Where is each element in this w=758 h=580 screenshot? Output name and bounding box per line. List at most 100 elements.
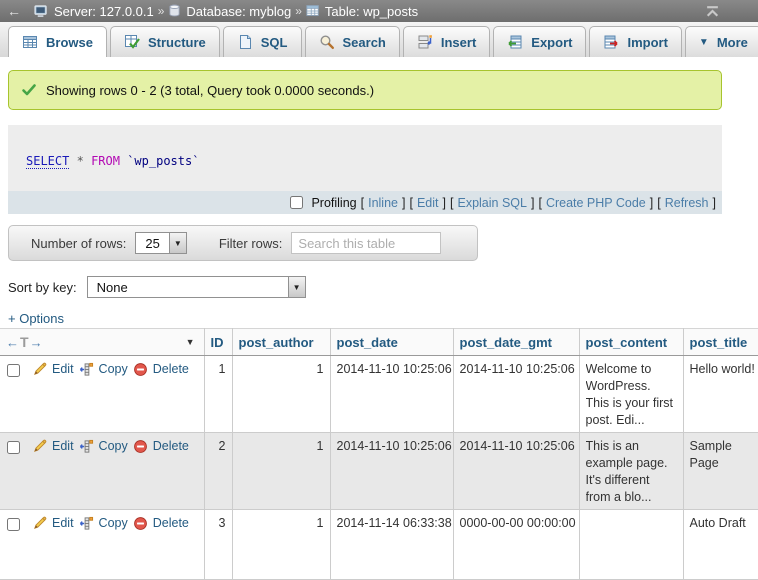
success-check-icon xyxy=(21,82,37,98)
delete-icon xyxy=(133,439,148,454)
row-checkbox[interactable] xyxy=(7,364,20,377)
column-header-post-content[interactable]: post_content xyxy=(579,329,683,356)
tab-label: Browse xyxy=(46,35,93,50)
cell-post-author: 1 xyxy=(232,356,330,433)
table-row: Edit Copy Delete 3 1 2014-11-14 06:33:38… xyxy=(0,510,758,580)
breadcrumb-table[interactable]: Table: wp_posts xyxy=(306,4,418,19)
bracket: ] xyxy=(650,196,653,210)
cell-post-title: Hello world! xyxy=(683,356,758,433)
edit-sql-link[interactable]: Edit xyxy=(417,196,439,210)
nav-collapse-left-icon[interactable]: ← xyxy=(7,3,21,19)
delete-link[interactable]: Delete xyxy=(153,515,189,532)
cell-post-author: 1 xyxy=(232,433,330,510)
sort-label: Sort by key: xyxy=(8,280,77,295)
move-right-icon: → xyxy=(30,335,43,350)
copy-link[interactable]: Copy xyxy=(99,515,128,532)
sql-icon xyxy=(237,34,253,50)
sql-query: SELECT * FROM `wp_posts` xyxy=(8,125,722,191)
options-toggle[interactable]: + Options xyxy=(8,311,64,326)
column-header-post-date[interactable]: post_date xyxy=(330,329,453,356)
tab-structure[interactable]: Structure xyxy=(110,26,220,57)
tab-import[interactable]: Import xyxy=(589,26,681,57)
tab-label: SQL xyxy=(261,35,288,50)
scroll-top-icon[interactable] xyxy=(705,5,720,18)
edit-link[interactable]: Edit xyxy=(52,515,74,532)
rows-count-select[interactable]: 25 ▼ xyxy=(135,232,186,254)
delete-link[interactable]: Delete xyxy=(153,438,189,455)
cell-post-title: Auto Draft xyxy=(683,510,758,580)
tab-label: Insert xyxy=(441,35,476,50)
tab-browse[interactable]: Browse xyxy=(8,26,107,57)
move-columns-control[interactable]: ←T→ xyxy=(6,334,43,350)
bracket: [ xyxy=(361,196,364,210)
copy-icon xyxy=(79,362,94,377)
chevron-down-icon: ▼ xyxy=(288,277,305,297)
sql-query-box: SELECT * FROM `wp_posts` Profiling [ Inl… xyxy=(8,125,722,214)
refresh-link[interactable]: Refresh xyxy=(665,196,709,210)
breadcrumb-server[interactable]: Server: 127.0.0.1 xyxy=(34,4,154,19)
inline-link[interactable]: Inline xyxy=(368,196,398,210)
column-header-post-title[interactable]: post_title xyxy=(683,329,758,356)
profiling-label: Profiling xyxy=(311,196,356,210)
copy-link[interactable]: Copy xyxy=(99,361,128,378)
breadcrumb-database[interactable]: Database: myblog xyxy=(168,4,291,19)
sql-keyword-select[interactable]: SELECT xyxy=(26,154,69,169)
column-header-post-date-gmt[interactable]: post_date_gmt xyxy=(453,329,579,356)
table-icon xyxy=(306,4,320,18)
filter-input[interactable] xyxy=(291,232,441,254)
tab-sql[interactable]: SQL xyxy=(223,26,302,57)
move-left-icon: ← xyxy=(6,335,19,350)
row-checkbox[interactable] xyxy=(7,441,20,454)
sort-key-select[interactable]: None ▼ xyxy=(87,276,306,298)
rows-count-value: 25 xyxy=(136,233,168,253)
edit-link[interactable]: Edit xyxy=(52,438,74,455)
server-icon xyxy=(34,4,49,19)
create-php-code-link[interactable]: Create PHP Code xyxy=(546,196,646,210)
rows-filter-panel: Number of rows: 25 ▼ Filter rows: xyxy=(8,225,478,261)
cell-post-date: 2014-11-14 06:33:38 xyxy=(330,510,453,580)
pencil-icon xyxy=(32,439,47,454)
tab-label: Export xyxy=(531,35,572,50)
insert-icon xyxy=(417,34,433,50)
delete-icon xyxy=(133,516,148,531)
column-header-post-author[interactable]: post_author xyxy=(232,329,330,356)
tab-search[interactable]: Search xyxy=(305,26,400,57)
row-checkbox[interactable] xyxy=(7,518,20,531)
pencil-icon xyxy=(32,516,47,531)
bracket: [ xyxy=(538,196,541,210)
cell-id: 2 xyxy=(204,433,232,510)
delete-link[interactable]: Delete xyxy=(153,361,189,378)
chevron-down-icon: ▼ xyxy=(169,233,186,253)
export-icon xyxy=(507,34,523,50)
database-icon xyxy=(168,4,181,18)
tab-more[interactable]: ▼ More xyxy=(685,26,758,57)
tab-export[interactable]: Export xyxy=(493,26,586,57)
structure-icon xyxy=(124,34,140,50)
tab-insert[interactable]: Insert xyxy=(403,26,490,57)
breadcrumb-table-label: Table: wp_posts xyxy=(325,4,418,19)
tab-label: Search xyxy=(343,35,386,50)
sql-keyword-from: FROM xyxy=(91,154,120,168)
results-table: ←T→ ▼ ID post_author post_date post_date… xyxy=(0,328,758,580)
copy-icon xyxy=(79,516,94,531)
sql-footer: Profiling [ Inline ] [ Edit ] [ Explain … xyxy=(8,191,722,214)
bracket: ] xyxy=(402,196,405,210)
sql-star: * xyxy=(77,154,84,168)
edit-link[interactable]: Edit xyxy=(52,361,74,378)
import-icon xyxy=(603,34,619,50)
explain-sql-link[interactable]: Explain SQL xyxy=(457,196,526,210)
breadcrumb-bar: ← Server: 127.0.0.1 » Database: myblog »… xyxy=(0,0,758,22)
copy-link[interactable]: Copy xyxy=(99,438,128,455)
tab-label: Structure xyxy=(148,35,206,50)
browse-icon xyxy=(22,34,38,50)
cell-post-date-gmt: 2014-11-10 10:25:06 xyxy=(453,356,579,433)
profiling-checkbox[interactable] xyxy=(290,196,303,209)
status-message-text: Showing rows 0 - 2 (3 total, Query took … xyxy=(46,83,374,98)
cell-id: 1 xyxy=(204,356,232,433)
copy-icon xyxy=(79,439,94,454)
chevron-down-icon[interactable]: ▼ xyxy=(186,337,195,347)
column-header-id[interactable]: ID xyxy=(204,329,232,356)
cell-post-title: Sample Page xyxy=(683,433,758,510)
sql-identifier: `wp_posts` xyxy=(127,154,199,168)
bracket: [ xyxy=(409,196,412,210)
